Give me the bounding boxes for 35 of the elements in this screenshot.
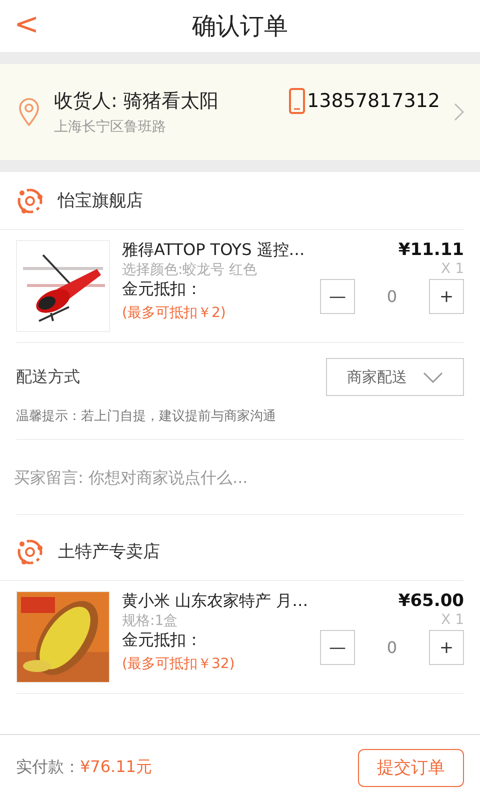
chevron-right-icon[interactable]	[454, 103, 464, 121]
coin-deduction-label: 金元抵扣：	[122, 630, 203, 651]
store-icon	[16, 186, 44, 214]
product-title: 雅得ATTOP TOYS 遥控…	[122, 240, 305, 261]
decrease-button[interactable]: —	[320, 630, 355, 665]
coin-amount: 0	[386, 287, 398, 306]
pickup-hint: 温馨提示：若上门自提，建议提前与商家沟通	[15, 408, 277, 426]
address-street: 上海长宁区鲁班路	[54, 118, 167, 136]
product-spec: 规格:1盒	[122, 612, 178, 630]
delivery-label: 配送方式	[16, 366, 80, 388]
product-title: 黄小米 山东农家特产 月…	[122, 591, 308, 612]
total-amount: ¥76.11元	[80, 757, 152, 776]
store-icon	[16, 538, 44, 566]
decrease-button[interactable]: —	[320, 279, 355, 314]
delivery-select[interactable]: 商家配送	[326, 358, 464, 396]
phone-number: 13857817312	[307, 90, 440, 112]
increase-button[interactable]: +	[429, 630, 464, 665]
product-spec: 选择颜色:蛟龙号 红色	[122, 261, 258, 279]
store-name: 怡宝旗舰店	[58, 190, 143, 212]
store-name: 土特产专卖店	[58, 541, 160, 563]
coin-amount: 0	[386, 638, 398, 657]
product-price: ¥11.11	[398, 240, 464, 260]
chevron-down-icon	[423, 372, 443, 382]
page-title: 确认订单	[192, 11, 288, 42]
coin-deduction-max: (最多可抵扣￥2)	[122, 304, 226, 322]
product-quantity: X 1	[441, 261, 464, 277]
increase-button[interactable]: +	[429, 279, 464, 314]
receiver-name: 收货人: 骑猪看太阳	[54, 89, 218, 114]
product-quantity: X 1	[441, 612, 464, 628]
coin-deduction-max: (最多可抵扣￥32)	[122, 655, 235, 673]
phone-icon	[289, 88, 306, 114]
total-label: 实付款：	[16, 757, 80, 776]
location-pin-icon	[18, 98, 40, 126]
coin-deduction-label: 金元抵扣：	[122, 279, 203, 300]
product-price: ¥65.00	[398, 591, 464, 611]
